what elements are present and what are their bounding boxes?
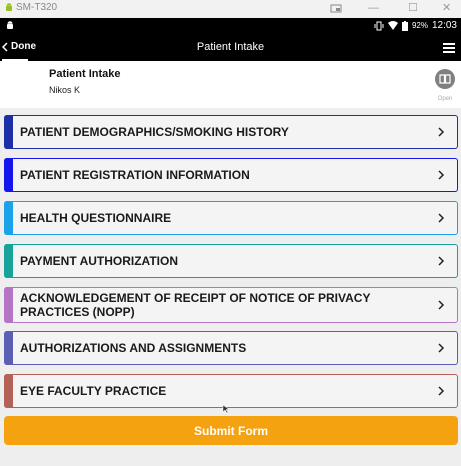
section-color-bar bbox=[4, 201, 13, 235]
section-color-bar bbox=[4, 244, 13, 278]
battery-percent: 92% bbox=[411, 21, 428, 30]
section-label: PATIENT REGISTRATION INFORMATION bbox=[20, 168, 250, 182]
minimize-button[interactable]: — bbox=[368, 2, 379, 15]
section-label: AUTHORIZATIONS AND ASSIGNMENTS bbox=[20, 341, 247, 355]
section-health-questionnaire[interactable]: HEALTH QUESTIONNAIRE bbox=[4, 201, 458, 235]
screen-cast-icon[interactable] bbox=[330, 4, 342, 14]
window-title-text: SM-T320 bbox=[16, 2, 58, 13]
chevron-right-icon bbox=[438, 386, 445, 396]
section-label: ACKNOWLEDGEMENT OF RECEIPT OF NOTICE OF … bbox=[20, 291, 371, 319]
section-label: PAYMENT AUTHORIZATION bbox=[20, 254, 178, 268]
chevron-right-icon bbox=[438, 300, 445, 310]
section-color-bar bbox=[4, 158, 13, 192]
chevron-right-icon bbox=[438, 213, 445, 223]
app-title: Patient Intake bbox=[196, 41, 265, 53]
chevron-right-icon bbox=[438, 256, 445, 266]
section-label: EYE FACULTY PRACTICE bbox=[20, 384, 167, 398]
android-notification-icon bbox=[7, 21, 13, 29]
section-patient-registration[interactable]: PATIENT REGISTRATION INFORMATION bbox=[4, 158, 458, 192]
section-payment-authorization[interactable]: PAYMENT AUTHORIZATION bbox=[4, 244, 458, 278]
section-label: HEALTH QUESTIONNAIRE bbox=[20, 211, 172, 225]
section-color-bar bbox=[4, 115, 13, 149]
chevron-right-icon bbox=[438, 343, 445, 353]
chevron-right-icon bbox=[438, 170, 445, 180]
section-color-bar bbox=[4, 331, 13, 365]
restore-button[interactable]: ☐ bbox=[408, 2, 418, 15]
android-icon bbox=[6, 2, 12, 11]
close-window-button[interactable]: ✕ bbox=[442, 2, 451, 15]
window-title-bar: SM-T320 — ☐ ✕ bbox=[0, 0, 461, 18]
window-title: SM-T320 bbox=[5, 2, 57, 13]
status-time: 12:03 bbox=[431, 20, 457, 31]
section-color-bar bbox=[4, 287, 13, 323]
form-name: Patient Intake bbox=[49, 68, 121, 80]
status-bar: 92% 12:03 bbox=[0, 18, 461, 35]
submit-form-button[interactable]: Submit Form bbox=[4, 416, 458, 445]
section-label: PATIENT DEMOGRAPHICS/SMOKING HISTORY bbox=[20, 125, 289, 139]
wifi-icon bbox=[387, 21, 398, 30]
chevron-right-icon bbox=[438, 127, 445, 137]
section-patient-demographics[interactable]: PATIENT DEMOGRAPHICS/SMOKING HISTORY bbox=[4, 115, 458, 149]
vibrate-icon bbox=[374, 21, 384, 30]
open-label: Open bbox=[437, 96, 453, 102]
open-button[interactable] bbox=[435, 69, 455, 89]
mouse-cursor-icon bbox=[222, 404, 230, 414]
app-bar: Done Patient Intake bbox=[0, 35, 461, 61]
section-color-bar bbox=[4, 374, 13, 408]
section-eye-faculty-practice[interactable]: EYE FACULTY PRACTICE bbox=[4, 374, 458, 408]
section-authorizations-assignments[interactable]: AUTHORIZATIONS AND ASSIGNMENTS bbox=[4, 331, 458, 365]
hamburger-menu-icon[interactable] bbox=[443, 43, 455, 53]
form-user: Nikos K bbox=[49, 85, 81, 95]
book-icon bbox=[439, 74, 451, 84]
battery-icon bbox=[401, 20, 408, 31]
form-header: Patient Intake Nikos K Open bbox=[0, 61, 461, 108]
section-privacy-acknowledgement[interactable]: ACKNOWLEDGEMENT OF RECEIPT OF NOTICE OF … bbox=[4, 287, 458, 323]
